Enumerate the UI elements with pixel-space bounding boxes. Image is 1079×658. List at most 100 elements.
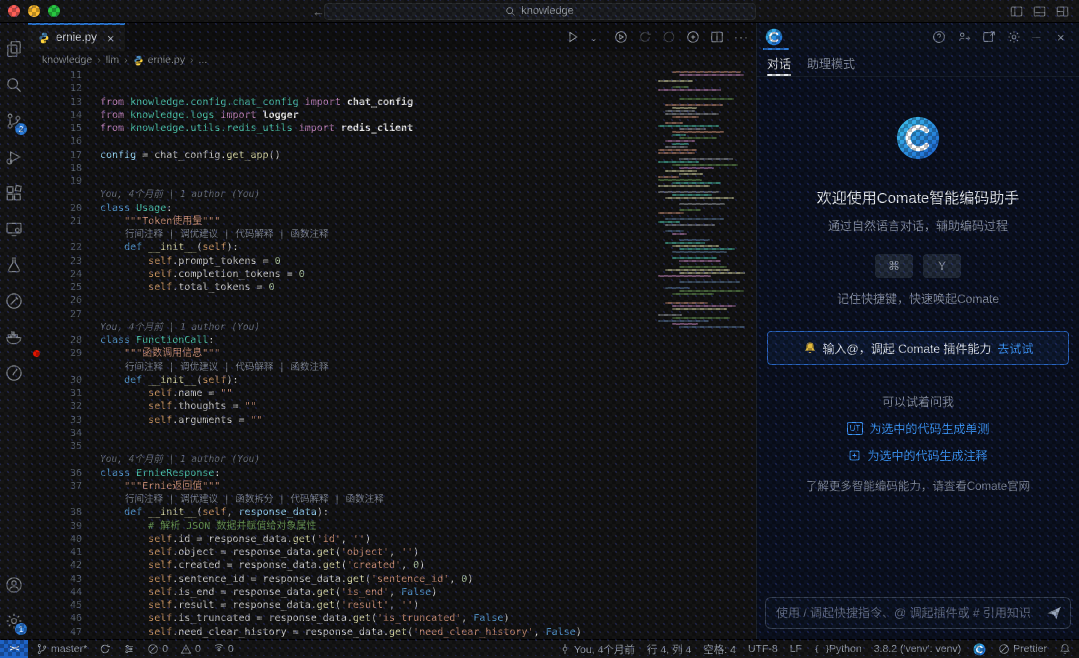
collapse-icon[interactable]: ─ (1032, 30, 1046, 44)
command-center-search[interactable]: knowledge (324, 3, 756, 20)
customize-layout-icon[interactable] (1056, 5, 1069, 18)
send-icon[interactable] (1046, 605, 1062, 621)
code-line: 34 (28, 427, 756, 440)
code-line: 26 (28, 294, 756, 307)
split-editor-icon[interactable] (710, 30, 724, 44)
remote-indicator[interactable]: >< (0, 640, 28, 658)
close-window-button[interactable] (8, 5, 20, 17)
commit-icon (559, 643, 571, 655)
comate-tab-chat[interactable]: 对话 (767, 50, 791, 76)
comate-welcome-logo-icon (895, 115, 941, 161)
breadcrumb-item[interactable]: llm (106, 54, 119, 66)
settings-icon[interactable] (1007, 30, 1021, 44)
bell-icon (1059, 643, 1071, 655)
code-line: 11 (28, 69, 756, 82)
status-warnings[interactable]: 0 (180, 643, 201, 655)
activity-testing[interactable] (0, 247, 28, 283)
tab-bar: ernie.py × ⌄ ··· (28, 23, 756, 51)
open-in-window-icon[interactable] (982, 30, 996, 44)
status-comate-status[interactable] (973, 643, 986, 656)
activity-remote-explorer[interactable] (0, 211, 28, 247)
minimize-window-button[interactable] (28, 5, 40, 17)
restart-disabled-icon[interactable] (638, 30, 652, 44)
activity-time-tracker[interactable] (0, 355, 28, 391)
suggestion-generate-unit-test[interactable]: UT为选中的代码生成单测 (847, 420, 990, 437)
status-tasks[interactable] (123, 643, 135, 655)
activity-docker[interactable] (0, 319, 28, 355)
comate-tab-assistant[interactable]: 助理模式 (807, 50, 855, 76)
activity-search[interactable] (0, 67, 28, 103)
activity-comate-plugin[interactable] (0, 283, 28, 319)
tab-label: ernie.py (56, 32, 97, 44)
activity-source-control[interactable]: 2 (0, 103, 28, 139)
search-icon (5, 76, 23, 94)
run-debug-icon (5, 148, 23, 166)
status-sync[interactable] (99, 643, 111, 655)
comate-plugin-icon (5, 292, 23, 310)
chat-input-box[interactable] (765, 597, 1071, 629)
code-line: 21 """Token使用量""" (28, 215, 756, 228)
run-or-debug-icon[interactable] (614, 30, 628, 44)
breakpoint-dot[interactable] (33, 350, 40, 357)
status-prettier[interactable]: Prettier (998, 643, 1047, 655)
codelens-actions[interactable]: 行间注释 | 调优建议 | 代码解释 | 函数注释 (28, 228, 756, 241)
status-notifications[interactable] (1059, 643, 1071, 655)
run-python-file-icon[interactable] (566, 30, 580, 44)
breadcrumb-item[interactable]: knowledge (42, 54, 92, 66)
code-line: 22 def __init__(self): (28, 241, 756, 254)
activity-explorer[interactable] (0, 31, 28, 67)
code-editor[interactable]: 111213from knowledge.config.chat_config … (28, 69, 756, 639)
code-line: 31 self.name = "" (28, 387, 756, 400)
share-icon[interactable] (957, 30, 971, 44)
code-line: 29 """函数调用信息""" (28, 347, 756, 360)
editor-group: ernie.py × ⌄··· knowledge›llm›ernie.py›.… (28, 23, 756, 639)
status-errors[interactable]: 0 (147, 643, 168, 655)
debug-file-icon[interactable] (686, 30, 700, 44)
minimap[interactable] (658, 71, 750, 329)
code-line: 44 self.is_end = response_data.get('is_e… (28, 586, 756, 599)
status-indentation[interactable]: 空格: 4 (703, 642, 736, 657)
status-git-branch[interactable]: master* (36, 643, 87, 655)
stop-disabled-icon[interactable] (662, 30, 676, 44)
warning-icon (180, 643, 192, 655)
code-line: 25 self.total_tokens = 0 (28, 281, 756, 294)
activity-settings[interactable]: 1 (0, 603, 28, 639)
toggle-sidebar-icon[interactable] (1010, 5, 1023, 18)
help-icon[interactable] (932, 30, 946, 44)
toggle-panel-icon[interactable] (1033, 5, 1046, 18)
settings-badge: 1 (15, 623, 27, 635)
status-ports[interactable]: 0 (213, 643, 234, 655)
run-dropdown-icon[interactable]: ⌄ (590, 30, 604, 44)
breadcrumb-item[interactable]: ... (198, 54, 207, 66)
codelens-actions[interactable]: 行间注释 | 调优建议 | 代码解释 | 函数注释 (28, 361, 756, 374)
chat-input[interactable] (774, 605, 1046, 621)
status-eol[interactable]: LF (790, 643, 802, 655)
codelens-actions[interactable]: 行间注释 | 调优建议 | 函数拆分 | 代码解释 | 函数注释 (28, 493, 756, 506)
breadcrumb-item[interactable]: ernie.py (133, 54, 185, 66)
tab-ernie-py[interactable]: ernie.py × (28, 23, 125, 51)
comate-panel-header: ─× (757, 23, 1079, 50)
branch-icon (36, 643, 48, 655)
banner-try-link[interactable]: 去试试 (997, 340, 1033, 357)
status-python-interpreter[interactable]: 3.8.2 ('venv': venv) (874, 643, 961, 655)
close-icon[interactable]: × (1057, 30, 1071, 44)
breadcrumb-separator: › (97, 54, 101, 66)
comate-tabs: 对话助理模式 (757, 50, 1079, 77)
status-language-mode[interactable]: { }Python (814, 643, 862, 655)
more-actions-icon[interactable]: ··· (734, 30, 748, 44)
zoom-window-button[interactable] (48, 5, 60, 17)
comate-logo-icon[interactable] (765, 28, 783, 46)
code-line: 39 # 解析 JSON 数据并赋值给对象属性 (28, 520, 756, 533)
sync-icon (99, 643, 111, 655)
code-line: 46 self.is_truncated = response_data.get… (28, 612, 756, 625)
activity-extensions[interactable] (0, 175, 28, 211)
status-encoding[interactable]: UTF-8 (748, 643, 778, 655)
activity-bar: 21 (0, 23, 28, 639)
status-blame[interactable]: You, 4个月前 (559, 642, 635, 657)
status-cursor-position[interactable]: 行 4, 列 4 (647, 642, 691, 657)
suggestion-generate-comment[interactable]: 为选中的代码生成注释 (848, 447, 987, 464)
search-icon (505, 6, 516, 17)
activity-run-debug[interactable] (0, 139, 28, 175)
close-tab-icon[interactable]: × (107, 31, 115, 46)
activity-accounts[interactable] (0, 567, 28, 603)
